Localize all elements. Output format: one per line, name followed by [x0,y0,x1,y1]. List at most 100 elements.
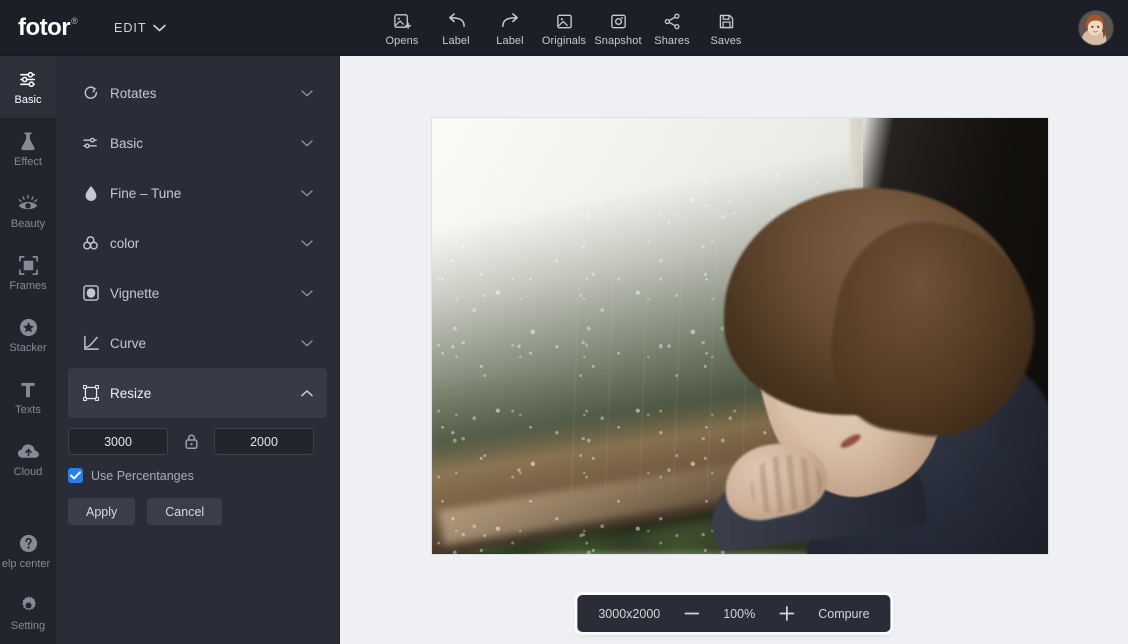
top-toolbar: Opens Label Label Originals Snapshot Sha… [375,8,753,47]
panel-label-rotates: Rotates [110,85,157,101]
toolbar-label-snapshot: Snapshot [594,35,642,47]
panel-section-resize[interactable]: Resize [68,368,327,418]
editor-body: Basic Effect Beauty Frames Stacker Texts… [0,56,1128,644]
panel-label-vignette: Vignette [110,285,160,301]
sidebar-item-texts[interactable]: Texts [0,366,56,428]
resize-width-input[interactable] [68,428,168,455]
sidebar-item-help-center[interactable]: elp center [0,520,56,582]
resize-actions: Apply Cancel [68,498,327,525]
edit-menu[interactable]: EDIT [114,21,167,35]
panel-section-color[interactable]: color [68,218,327,268]
sidebar-label-texts: Texts [15,404,41,416]
save-disk-icon [717,10,736,32]
panel-label-basic: Basic [110,135,144,151]
sliders-icon [82,135,99,151]
size-inputs-row [68,428,327,455]
chevron-down-icon [301,139,313,147]
basic-adjust-panel: Rotates Basic Fine – Tune color Vignette… [56,56,340,644]
sidebar-label-setting: Setting [10,620,46,632]
panel-label-fine-tune: Fine – Tune [110,185,182,201]
resize-height-input[interactable] [214,428,314,455]
droplet-icon [82,185,99,202]
curve-icon [82,335,99,351]
sidebar-item-stacker[interactable]: Stacker [0,304,56,366]
toolbar-button-opens[interactable]: Opens [375,8,429,47]
frame-icon [18,254,39,276]
chevron-down-icon [301,239,313,247]
sidebar-label-effect: Effect [14,156,42,168]
chevron-down-icon [153,24,167,32]
star-badge-icon [18,316,39,338]
color-circles-icon [82,235,99,251]
undo-arrow-icon [446,10,467,32]
left-rail-bottom: elp center Setting [0,520,56,644]
brand-name: fotor [18,13,71,41]
sidebar-item-cloud[interactable]: Cloud [0,428,56,490]
camera-icon [609,10,628,32]
cancel-button[interactable]: Cancel [147,498,223,525]
panel-section-curve[interactable]: Curve [68,318,327,368]
user-avatar[interactable] [1078,10,1114,46]
toolbar-label-undo: Label [442,35,470,47]
chevron-down-icon [301,189,313,197]
sidebar-label-basic: Basic [14,94,42,106]
toolbar-label-originals: Originals [541,35,587,47]
toolbar-button-saves[interactable]: Saves [699,8,753,47]
use-percentages-checkbox[interactable] [68,468,83,483]
use-percentages-label: Use Percentanges [91,468,194,483]
sidebar-label-stacker: Stacker [9,342,47,354]
brand-logo[interactable]: fotor ® [18,13,110,41]
panel-section-basic[interactable]: Basic [68,118,327,168]
chevron-down-icon [301,339,313,347]
image-dimensions-label: 3000x2000 [598,606,661,621]
eye-icon [17,192,39,214]
open-image-icon [393,10,412,32]
panel-section-vignette[interactable]: Vignette [68,268,327,318]
flask-icon [18,130,38,152]
compare-button[interactable]: Compure [803,595,884,632]
cloud-upload-icon [17,440,40,462]
toolbar-label-opens: Opens [385,35,419,47]
zoom-in-button[interactable] [770,606,803,621]
photo-content [432,118,1048,554]
top-bar: fotor ® EDIT Opens Label Label Originals… [0,0,1128,56]
panel-label-curve: Curve [110,335,147,351]
toolbar-button-redo[interactable]: Label [483,8,537,47]
vignette-icon [82,285,99,301]
original-image-icon [555,10,574,32]
panel-section-rotates[interactable]: Rotates [68,68,327,118]
chevron-up-icon [301,389,313,397]
text-t-icon [18,378,38,400]
zoom-level-label: 100% [723,606,756,621]
lock-closed-icon[interactable] [168,433,214,450]
panel-section-fine-tune[interactable]: Fine – Tune [68,168,327,218]
toolbar-button-undo[interactable]: Label [429,8,483,47]
gear-icon [18,594,39,616]
sidebar-item-beauty[interactable]: Beauty [0,180,56,242]
question-circle-icon [18,532,39,554]
edited-photo[interactable] [432,118,1048,554]
sidebar-label-help-center: elp center [1,558,51,570]
panel-label-resize: Resize [110,385,152,401]
apply-button[interactable]: Apply [68,498,136,525]
share-icon [663,10,682,32]
panel-label-color: color [110,235,140,251]
toolbar-button-snapshot[interactable]: Snapshot [591,8,645,47]
canvas-area[interactable]: 3000x2000 100% Compure [340,56,1128,644]
registered-mark-icon: ® [71,15,78,26]
resize-controls: Use Percentanges Apply Cancel [56,418,339,525]
sidebar-item-effect[interactable]: Effect [0,118,56,180]
toolbar-button-originals[interactable]: Originals [537,8,591,47]
sidebar-item-setting[interactable]: Setting [0,582,56,644]
sidebar-label-cloud: Cloud [13,466,43,478]
redo-arrow-icon [500,10,521,32]
sidebar-item-frames[interactable]: Frames [0,242,56,304]
toolbar-label-saves: Saves [710,35,742,47]
chevron-down-icon [301,89,313,97]
sidebar-label-frames: Frames [9,280,47,292]
sidebar-item-basic[interactable]: Basic [0,56,56,118]
toolbar-button-shares[interactable]: Shares [645,8,699,47]
use-percentages-row[interactable]: Use Percentanges [68,468,327,483]
zoom-out-button[interactable] [675,612,708,615]
toolbar-label-shares: Shares [654,35,690,47]
